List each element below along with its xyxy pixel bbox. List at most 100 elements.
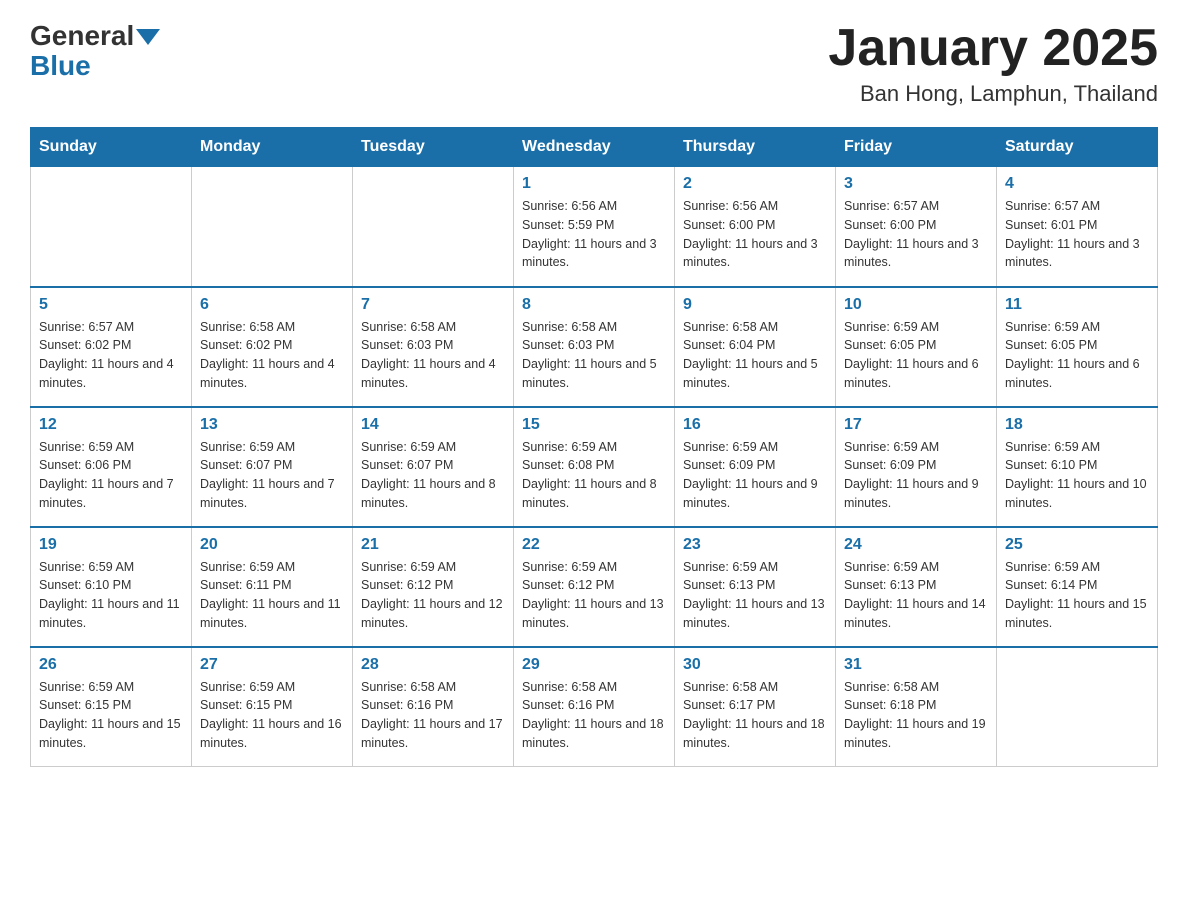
calendar-header-wednesday: Wednesday [514,128,675,167]
calendar-cell: 21 Sunrise: 6:59 AM Sunset: 6:12 PM Dayli… [353,527,514,647]
calendar-cell: 10Sunrise: 6:59 AM Sunset: 6:05 PM Dayli… [836,287,997,407]
calendar-cell: 16Sunrise: 6:59 AM Sunset: 6:09 PM Dayli… [675,407,836,527]
day-number: 4 [1005,175,1149,193]
day-number: 24 [844,536,988,554]
day-info: Sunrise: 6:59 AM Sunset: 6:14 PM Dayligh… [1005,558,1149,633]
day-number: 22 [522,536,666,554]
calendar-cell: 11Sunrise: 6:59 AM Sunset: 6:05 PM Dayli… [997,287,1158,407]
calendar-header-row: SundayMondayTuesdayWednesdayThursdayFrid… [31,128,1158,167]
day-info: Sunrise: 6:58 AM Sunset: 6:17 PM Dayligh… [683,678,827,753]
calendar-header-tuesday: Tuesday [353,128,514,167]
day-info: Sunrise: 6:59 AM Sunset: 6:15 PM Dayligh… [39,678,183,753]
calendar-cell [353,167,514,287]
day-number: 8 [522,296,666,314]
day-info: Sunrise: 6:59 AM Sunset: 6:15 PM Dayligh… [200,678,344,753]
day-number: 23 [683,536,827,554]
day-info: Sunrise: 6:57 AM Sunset: 6:01 PM Dayligh… [1005,197,1149,272]
calendar-cell [31,167,192,287]
calendar-cell: 17 Sunrise: 6:59 AM Sunset: 6:09 PM Dayli… [836,407,997,527]
day-info: Sunrise: 6:59 AM Sunset: 6:07 PM Dayligh… [200,438,344,513]
calendar-cell: 18 Sunrise: 6:59 AM Sunset: 6:10 PM Dayli… [997,407,1158,527]
day-number: 3 [844,175,988,193]
calendar-header-sunday: Sunday [31,128,192,167]
day-info: Sunrise: 6:59 AM Sunset: 6:13 PM Dayligh… [683,558,827,633]
calendar-cell: 1 Sunrise: 6:56 AM Sunset: 5:59 PM Daylig… [514,167,675,287]
day-number: 11 [1005,296,1149,314]
day-info: Sunrise: 6:57 AM Sunset: 6:02 PM Dayligh… [39,318,183,393]
day-number: 14 [361,416,505,434]
day-info: Sunrise: 6:59 AM Sunset: 6:06 PM Dayligh… [39,438,183,513]
calendar-cell: 22 Sunrise: 6:59 AM Sunset: 6:12 PM Dayli… [514,527,675,647]
calendar-cell: 30 Sunrise: 6:58 AM Sunset: 6:17 PM Dayli… [675,647,836,767]
title-section: January 2025 Ban Hong, Lamphun, Thailand [828,20,1158,107]
day-number: 15 [522,416,666,434]
day-info: Sunrise: 6:59 AM Sunset: 6:11 PM Dayligh… [200,558,344,633]
day-number: 25 [1005,536,1149,554]
calendar-cell: 6Sunrise: 6:58 AM Sunset: 6:02 PM Daylig… [192,287,353,407]
month-title: January 2025 [828,20,1158,77]
calendar-week-row: 5 Sunrise: 6:57 AM Sunset: 6:02 PM Daylig… [31,287,1158,407]
day-number: 16 [683,416,827,434]
day-number: 31 [844,656,988,674]
day-number: 18 [1005,416,1149,434]
day-info: Sunrise: 6:59 AM Sunset: 6:07 PM Dayligh… [361,438,505,513]
calendar-cell: 29 Sunrise: 6:58 AM Sunset: 6:16 PM Dayli… [514,647,675,767]
calendar-cell: 23 Sunrise: 6:59 AM Sunset: 6:13 PM Dayli… [675,527,836,647]
day-info: Sunrise: 6:58 AM Sunset: 6:16 PM Dayligh… [361,678,505,753]
day-number: 21 [361,536,505,554]
page-header: General Blue January 2025 Ban Hong, Lamp… [30,20,1158,107]
calendar-header-saturday: Saturday [997,128,1158,167]
calendar-cell: 12Sunrise: 6:59 AM Sunset: 6:06 PM Dayli… [31,407,192,527]
day-number: 2 [683,175,827,193]
day-info: Sunrise: 6:59 AM Sunset: 6:05 PM Dayligh… [844,318,988,393]
calendar-cell [192,167,353,287]
day-info: Sunrise: 6:59 AM Sunset: 6:10 PM Dayligh… [39,558,183,633]
day-info: Sunrise: 6:56 AM Sunset: 5:59 PM Dayligh… [522,197,666,272]
day-number: 5 [39,296,183,314]
calendar-cell: 25 Sunrise: 6:59 AM Sunset: 6:14 PM Dayli… [997,527,1158,647]
logo: General Blue [30,20,160,82]
day-info: Sunrise: 6:59 AM Sunset: 6:13 PM Dayligh… [844,558,988,633]
day-number: 17 [844,416,988,434]
calendar-table: SundayMondayTuesdayWednesdayThursdayFrid… [30,127,1158,767]
day-info: Sunrise: 6:56 AM Sunset: 6:00 PM Dayligh… [683,197,827,272]
day-info: Sunrise: 6:58 AM Sunset: 6:03 PM Dayligh… [361,318,505,393]
day-info: Sunrise: 6:59 AM Sunset: 6:10 PM Dayligh… [1005,438,1149,513]
day-number: 29 [522,656,666,674]
day-number: 13 [200,416,344,434]
location-title: Ban Hong, Lamphun, Thailand [828,81,1158,107]
day-number: 7 [361,296,505,314]
calendar-cell: 20 Sunrise: 6:59 AM Sunset: 6:11 PM Dayli… [192,527,353,647]
calendar-cell: 4 Sunrise: 6:57 AM Sunset: 6:01 PM Daylig… [997,167,1158,287]
calendar-cell: 2 Sunrise: 6:56 AM Sunset: 6:00 PM Daylig… [675,167,836,287]
day-info: Sunrise: 6:58 AM Sunset: 6:02 PM Dayligh… [200,318,344,393]
calendar-cell: 27 Sunrise: 6:59 AM Sunset: 6:15 PM Dayli… [192,647,353,767]
calendar-week-row: 12Sunrise: 6:59 AM Sunset: 6:06 PM Dayli… [31,407,1158,527]
day-info: Sunrise: 6:59 AM Sunset: 6:09 PM Dayligh… [844,438,988,513]
calendar-cell: 7 Sunrise: 6:58 AM Sunset: 6:03 PM Daylig… [353,287,514,407]
day-number: 9 [683,296,827,314]
day-info: Sunrise: 6:59 AM Sunset: 6:12 PM Dayligh… [522,558,666,633]
day-number: 28 [361,656,505,674]
day-number: 30 [683,656,827,674]
day-info: Sunrise: 6:57 AM Sunset: 6:00 PM Dayligh… [844,197,988,272]
calendar-cell: 9Sunrise: 6:58 AM Sunset: 6:04 PM Daylig… [675,287,836,407]
calendar-header-monday: Monday [192,128,353,167]
calendar-cell: 8Sunrise: 6:58 AM Sunset: 6:03 PM Daylig… [514,287,675,407]
logo-blue-text: Blue [30,50,91,82]
logo-general-text: General [30,20,134,52]
day-number: 27 [200,656,344,674]
day-info: Sunrise: 6:58 AM Sunset: 6:16 PM Dayligh… [522,678,666,753]
calendar-cell: 24 Sunrise: 6:59 AM Sunset: 6:13 PM Dayli… [836,527,997,647]
day-number: 20 [200,536,344,554]
day-number: 1 [522,175,666,193]
calendar-cell: 13 Sunrise: 6:59 AM Sunset: 6:07 PM Dayli… [192,407,353,527]
calendar-cell: 26Sunrise: 6:59 AM Sunset: 6:15 PM Dayli… [31,647,192,767]
calendar-header-friday: Friday [836,128,997,167]
calendar-cell: 28 Sunrise: 6:58 AM Sunset: 6:16 PM Dayli… [353,647,514,767]
day-info: Sunrise: 6:59 AM Sunset: 6:12 PM Dayligh… [361,558,505,633]
calendar-cell: 3 Sunrise: 6:57 AM Sunset: 6:00 PM Daylig… [836,167,997,287]
day-number: 19 [39,536,183,554]
calendar-week-row: 1 Sunrise: 6:56 AM Sunset: 5:59 PM Daylig… [31,167,1158,287]
calendar-cell: 15Sunrise: 6:59 AM Sunset: 6:08 PM Dayli… [514,407,675,527]
